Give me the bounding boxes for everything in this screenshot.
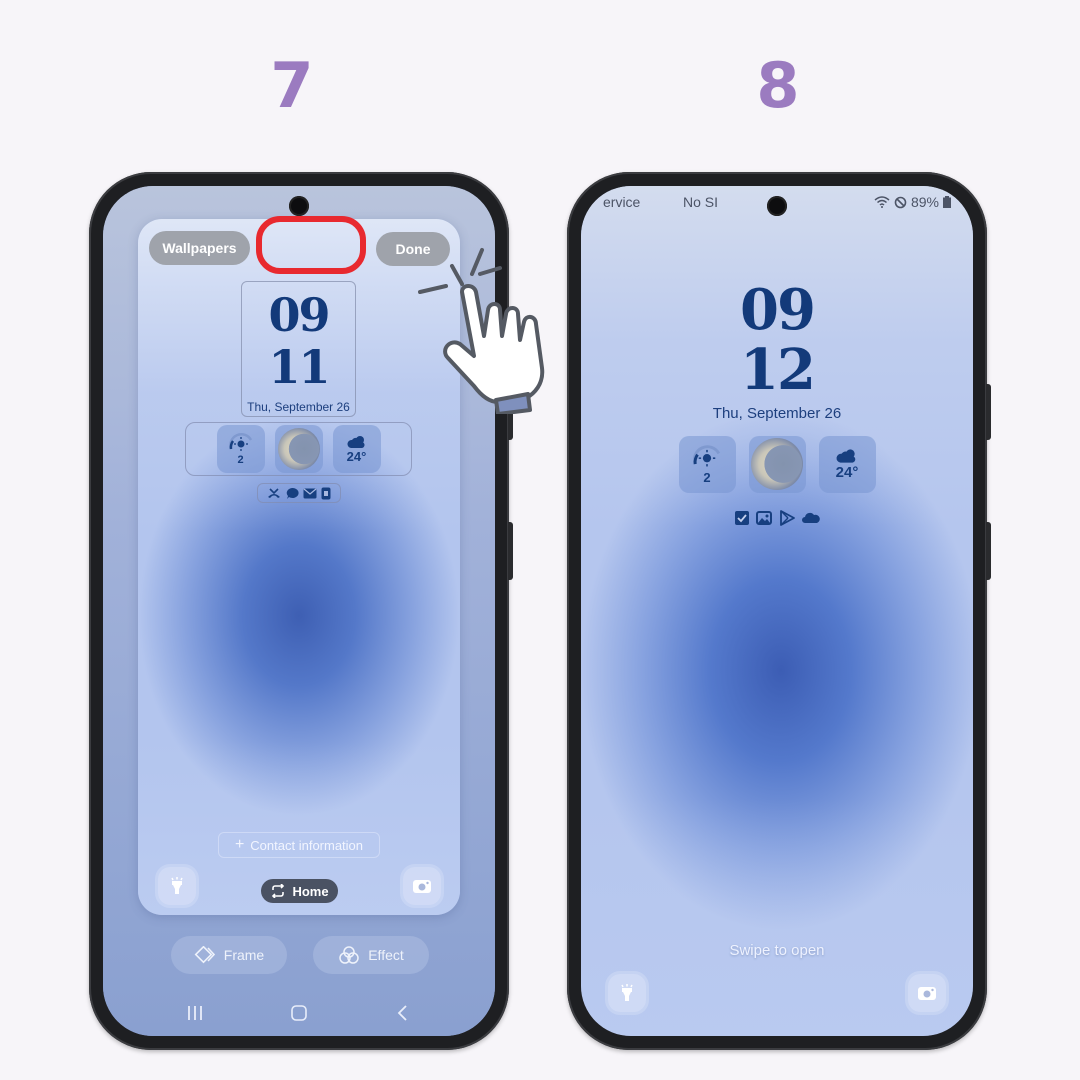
frame-label: Frame [223, 947, 265, 963]
widget-row: 2 24° [185, 425, 412, 473]
tap-hand-pointer-icon [418, 248, 545, 414]
message-icon [285, 487, 299, 500]
camera-shortcut[interactable] [403, 867, 441, 905]
sun-gauge-icon [693, 444, 721, 466]
power-button [986, 522, 991, 580]
front-camera [767, 196, 787, 216]
notification-icons[interactable] [581, 509, 973, 527]
swap-icon [272, 884, 285, 898]
step-number-7: 7 [270, 49, 314, 122]
uv-value: 2 [703, 469, 711, 485]
flashlight-shortcut[interactable] [158, 867, 196, 905]
camera-icon [918, 987, 936, 1000]
effect-label: Effect [368, 947, 404, 963]
camera-icon [413, 880, 431, 893]
flashlight-icon [621, 984, 633, 1001]
temperature: 24° [346, 448, 367, 464]
mail-icon [303, 488, 317, 499]
uv-value: 2 [237, 454, 244, 466]
checkbox-icon [734, 511, 749, 525]
effect-button[interactable]: Effect [313, 936, 429, 974]
clock-hour: 09 [268, 288, 330, 342]
step-number-8: 8 [756, 49, 800, 122]
sun-gauge-widget[interactable]: 2 [216, 425, 265, 473]
flashlight-shortcut[interactable] [608, 974, 646, 1012]
home-nav-icon[interactable] [289, 1004, 309, 1022]
weather-widget[interactable]: 24° [818, 435, 876, 493]
phone-step-8: ervice No SI 89% 09 12 Thu, September 26… [567, 172, 991, 1050]
temperature: 24° [835, 463, 859, 481]
sim-icon [321, 487, 331, 500]
date-label: Thu, September 26 [247, 400, 350, 414]
widget-row: 2 24° [581, 435, 973, 493]
home-label: Home [292, 883, 329, 899]
do-not-disturb-icon [894, 196, 907, 208]
sun-gauge-icon [228, 433, 252, 451]
cloud-icon [346, 435, 365, 448]
back-icon[interactable] [393, 1004, 413, 1022]
moon-phase-icon [751, 438, 803, 490]
front-camera [289, 196, 309, 216]
power-button [508, 522, 513, 580]
notification-icons[interactable] [257, 483, 341, 503]
sun-gauge-widget[interactable]: 2 [678, 435, 736, 493]
plus-icon: + [234, 836, 245, 853]
home-toggle-button[interactable]: Home [261, 879, 338, 903]
moon-widget[interactable] [274, 425, 323, 473]
swipe-to-open-label: Swipe to open [729, 942, 825, 959]
carrier-text: ervice [603, 194, 641, 210]
play-store-icon [779, 510, 795, 526]
cloud-icon [801, 512, 820, 524]
contact-information-button[interactable]: + Contact information [218, 832, 380, 858]
flashlight-icon [171, 877, 183, 894]
date-label: Thu, September 26 [712, 405, 842, 422]
camera-shortcut[interactable] [908, 974, 946, 1012]
clock-minute: 12 [740, 337, 816, 403]
missed-call-icon [267, 487, 281, 499]
contact-information-label: Contact information [250, 837, 364, 853]
wifi-icon [874, 196, 890, 208]
volume-button [986, 384, 991, 440]
moon-phase-icon [277, 428, 320, 470]
frame-icon [194, 946, 215, 964]
clock-widget[interactable]: 09 11 Thu, September 26 [241, 281, 356, 417]
sim-status-text: No SI [683, 194, 719, 210]
battery-percent: 89% [910, 194, 939, 210]
cloud-icon [836, 448, 856, 463]
battery-icon [943, 196, 951, 208]
lockscreen-preview-card: Wallpapers Done 09 11 Thu, September 26 … [138, 219, 460, 915]
gallery-icon [755, 511, 772, 525]
moon-widget[interactable] [748, 435, 806, 493]
lockscreen: ervice No SI 89% 09 12 Thu, September 26… [581, 186, 973, 1036]
clock-minute: 11 [268, 340, 330, 394]
effect-icon [339, 946, 359, 964]
clock-hour: 09 [740, 277, 816, 343]
recents-icon[interactable] [185, 1004, 205, 1022]
wallpapers-button[interactable]: Wallpapers [149, 231, 250, 265]
navigation-bar [103, 1004, 495, 1022]
weather-widget[interactable]: 24° [332, 425, 381, 473]
done-highlight-ring [256, 216, 366, 274]
frame-button[interactable]: Frame [171, 936, 287, 974]
